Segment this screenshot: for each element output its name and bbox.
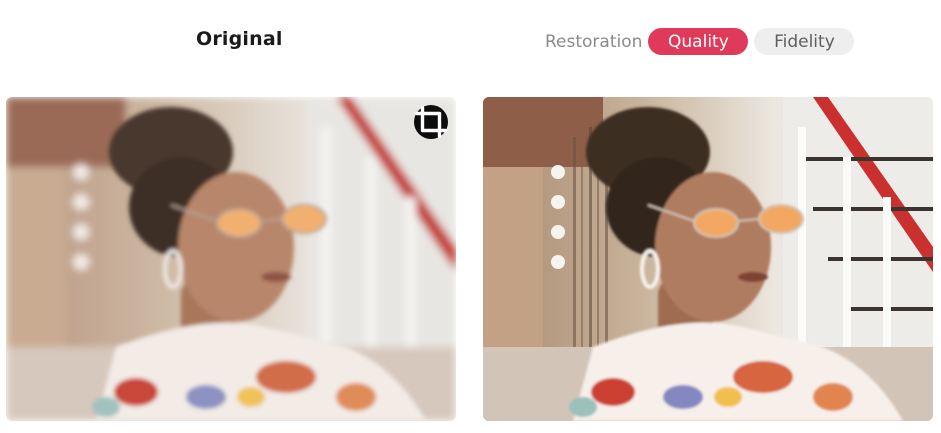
restoration-mode-selector: Restoration Quality Fidelity <box>545 28 855 55</box>
crop-icon <box>415 106 447 138</box>
original-photo <box>6 97 456 421</box>
restoration-label: Restoration <box>545 31 643 52</box>
fidelity-mode-button[interactable]: Fidelity <box>754 28 855 55</box>
restored-photo <box>483 97 933 421</box>
restored-image-panel <box>483 97 933 421</box>
crop-button[interactable] <box>414 105 448 139</box>
original-image-panel <box>6 97 456 421</box>
original-title: Original <box>196 28 283 50</box>
quality-mode-button[interactable]: Quality <box>648 28 749 55</box>
